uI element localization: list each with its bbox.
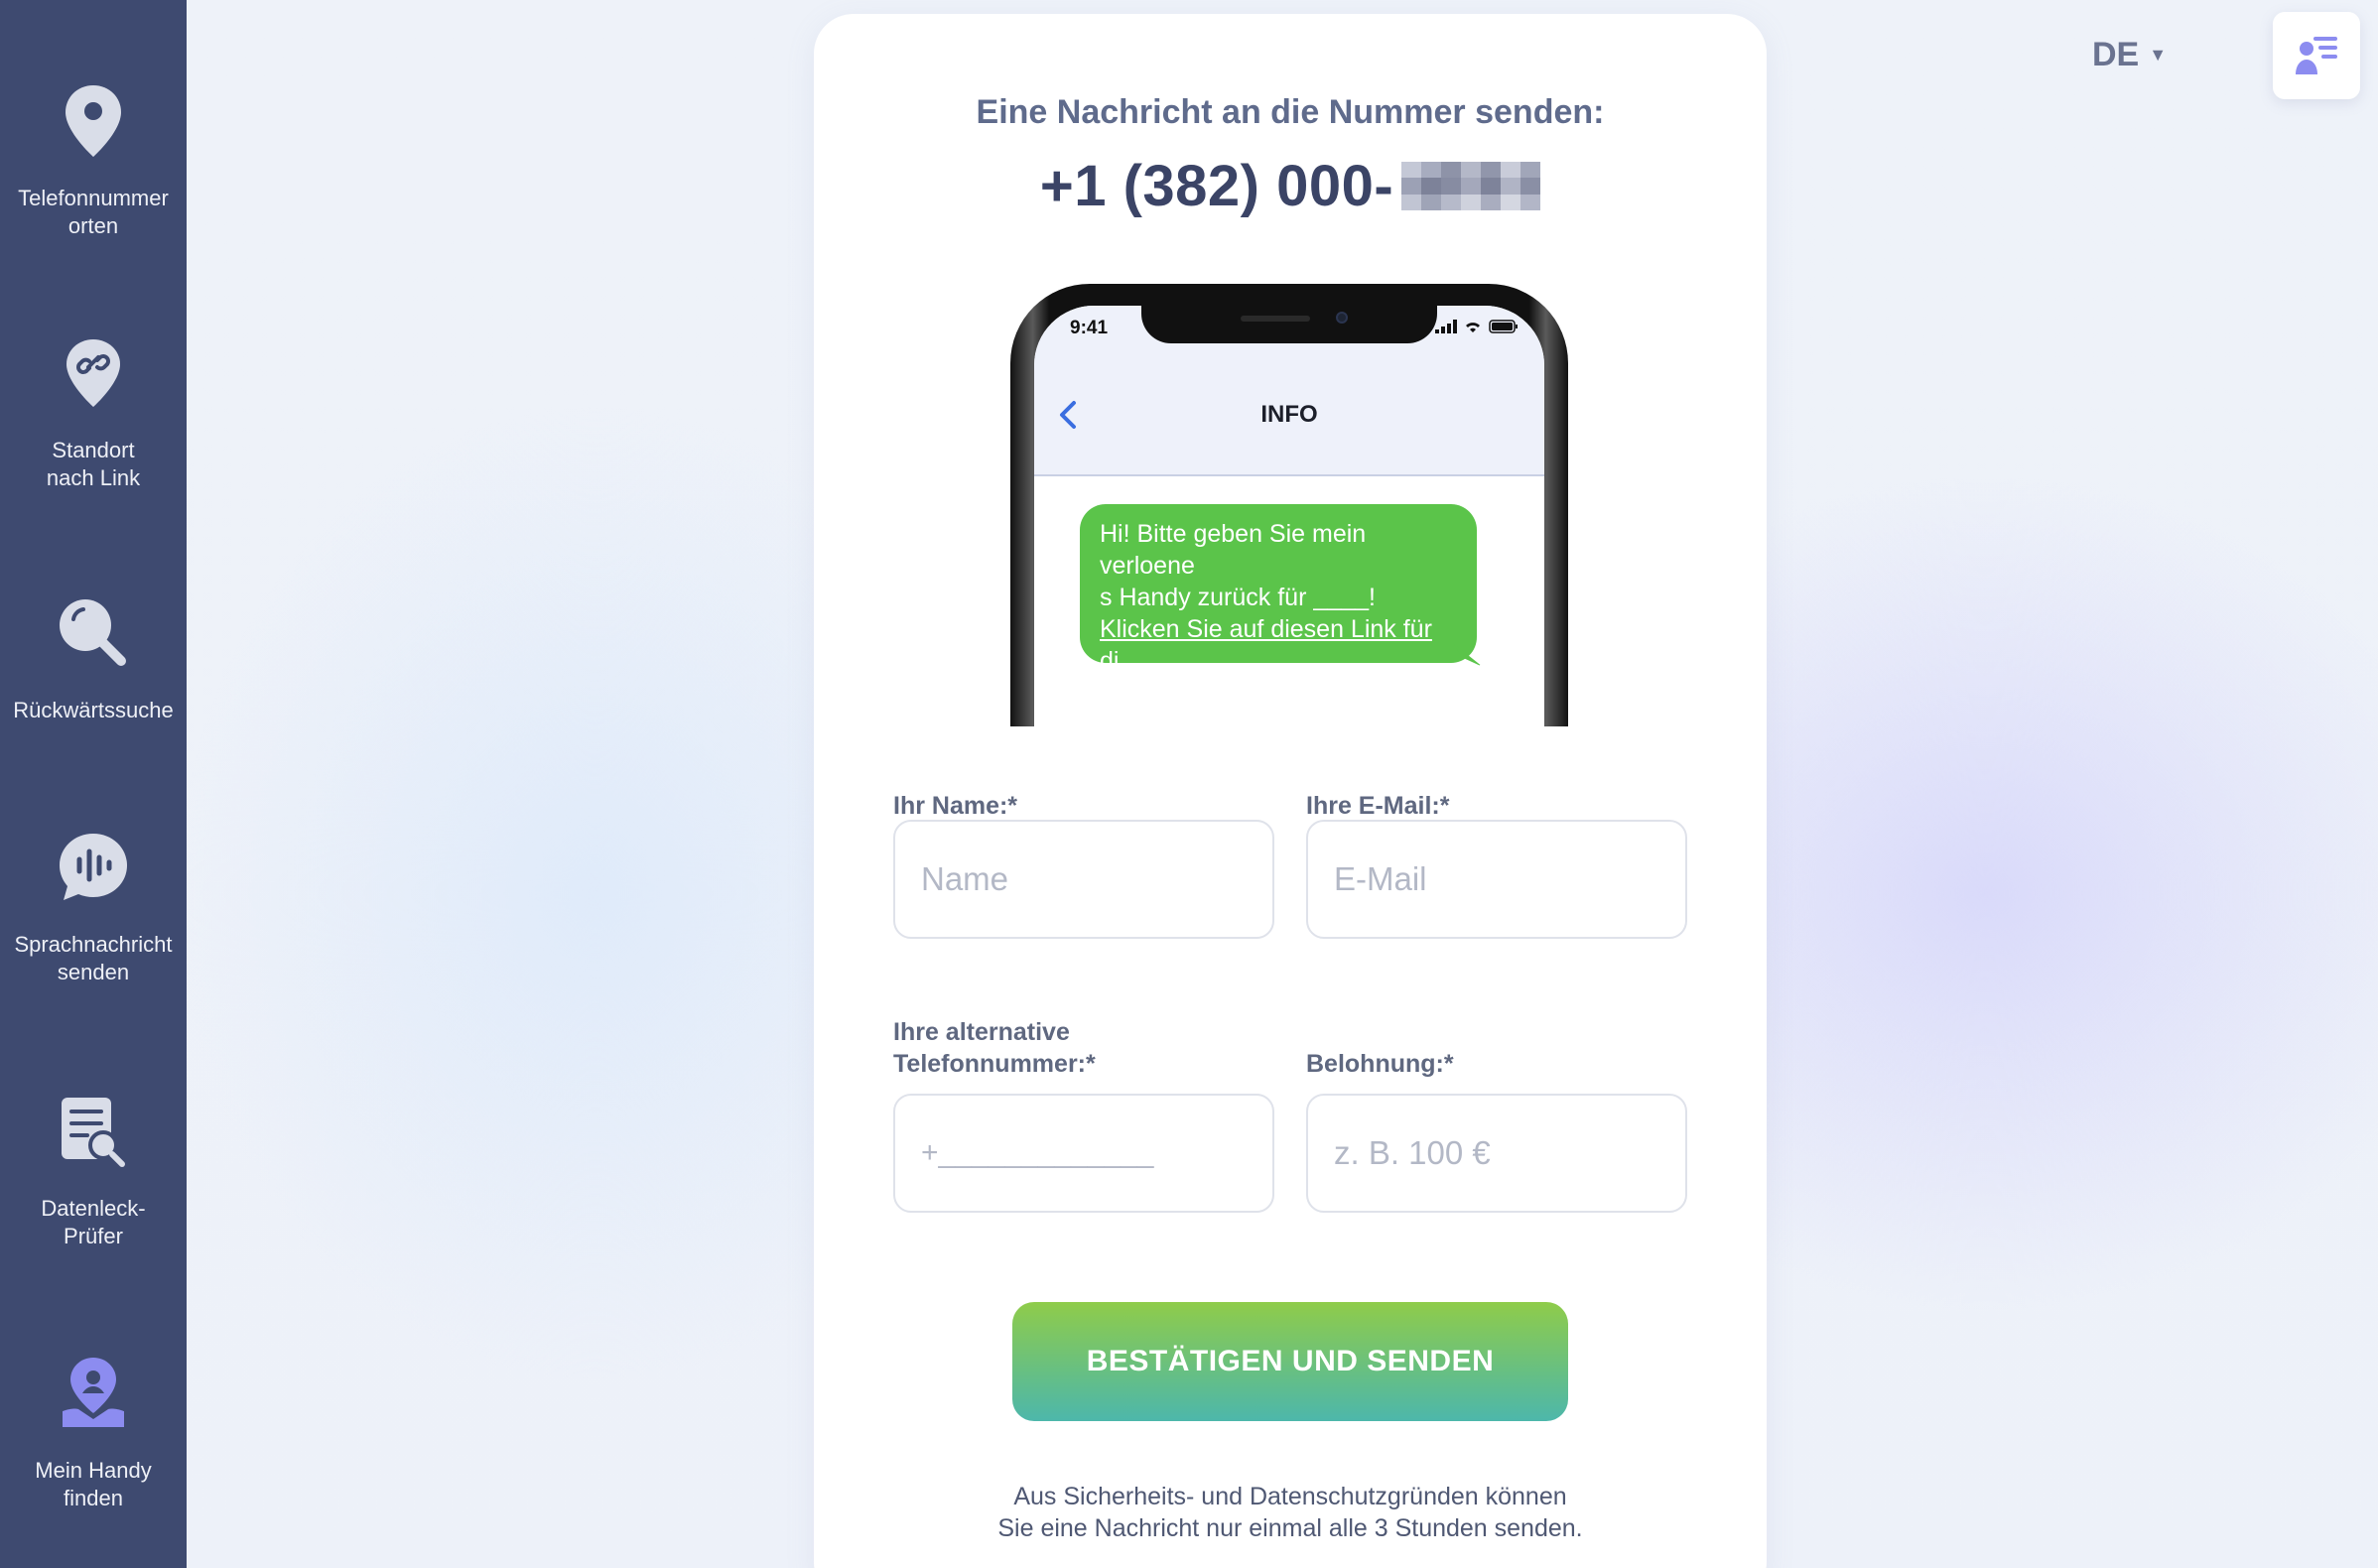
document-search-icon [54, 1092, 133, 1171]
location-pin-icon [54, 81, 133, 161]
name-label: Ihr Name:* [893, 792, 1018, 820]
voice-message-icon [54, 828, 133, 907]
signal-icon [1435, 320, 1457, 333]
email-input[interactable] [1306, 820, 1687, 939]
sidebar-item-reverse-search[interactable]: Rückwärtssuche [0, 593, 187, 822]
sidebar-item-label: Telefonnummer orten [18, 186, 169, 238]
email-label: Ihre E-Mail:* [1306, 792, 1450, 820]
redacted-number-digits [1401, 161, 1541, 211]
link-pin-icon [54, 333, 133, 413]
sidebar-item-label: Mein Handy finden [35, 1458, 152, 1510]
sidebar-item-location-by-link[interactable]: Standort nach Link [0, 333, 187, 562]
conversation-title: INFO [1260, 401, 1318, 428]
alt-phone-label-line: Telefonnummer:* [893, 1050, 1096, 1078]
alt-phone-input[interactable] [893, 1094, 1274, 1213]
page-title: Eine Nachricht an die Nummer senden: [976, 93, 1605, 131]
bubble-tail [1453, 643, 1483, 667]
phone-screen: 9:41 INFO Hi! Bitte geben Sie mein verlo… [1034, 306, 1544, 726]
sidebar-item-find-my-phone[interactable]: Mein Handy finden [0, 1354, 187, 1568]
find-phone-icon [54, 1354, 133, 1433]
status-time: 9:41 [1070, 318, 1109, 338]
message-bubble: Hi! Bitte geben Sie mein verloene s Hand… [1080, 504, 1483, 707]
sidebar-item-label: Rückwärtssuche [13, 698, 174, 722]
wifi-icon [1466, 323, 1480, 332]
alt-phone-label: Ihre alternative Telefonnummer:* [893, 1016, 1096, 1080]
sidebar: Telefonnummer orten Standort nach Link R… [0, 0, 187, 1568]
alt-phone-label-line: Ihre alternative [893, 1018, 1070, 1046]
rate-limit-note: Aus Sicherheits- und Datenschutzgründen … [997, 1483, 1583, 1542]
message-text-line: s Handy zurück für ____! [1100, 584, 1376, 611]
target-phone-number: +1 (382) 000- [1039, 154, 1394, 218]
battery-icon [1489, 320, 1518, 333]
confirm-and-send-button[interactable]: BESTÄTIGEN UND SENDEN [1012, 1302, 1568, 1421]
reward-label: Belohnung:* [1306, 1050, 1454, 1078]
language-code: DE [2092, 35, 2140, 73]
message-link: e Belohnung [1100, 679, 1240, 707]
phone-notch [1141, 306, 1437, 343]
send-message-card: Eine Nachricht an die Nummer senden: +1 … [814, 14, 1767, 1568]
sidebar-item-label: Sprachnachricht senden [14, 932, 173, 984]
status-icons [1435, 320, 1519, 333]
message-text-line: Hi! Bitte geben Sie mein verloene [1100, 520, 1367, 580]
sidebar-item-label: Standort nach Link [46, 438, 141, 490]
phone-preview: 9:41 INFO Hi! Bitte geben Sie mein verlo… [1010, 284, 1568, 726]
profile-menu-icon [2296, 37, 2337, 74]
profile-menu-button[interactable] [2273, 12, 2360, 99]
name-input[interactable] [893, 820, 1274, 939]
sidebar-item-label: Datenleck- Prüfer [41, 1196, 146, 1248]
target-number-row: +1 (382) 000- [814, 153, 1767, 219]
language-selector[interactable]: DE ▼ [2092, 32, 2167, 77]
message-link: Klicken Sie auf diesen Link für di [1100, 615, 1432, 675]
sidebar-item-locate-number[interactable]: Telefonnummer orten [0, 81, 187, 310]
chevron-down-icon: ▼ [2149, 44, 2168, 65]
sidebar-item-voice-message[interactable]: Sprachnachricht senden [0, 828, 187, 1056]
sidebar-item-data-leak-checker[interactable]: Datenleck- Prüfer [0, 1092, 187, 1320]
reward-input[interactable] [1306, 1094, 1687, 1213]
magnifier-icon [54, 593, 133, 673]
